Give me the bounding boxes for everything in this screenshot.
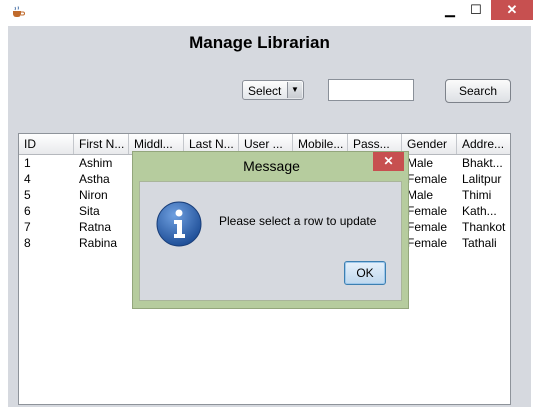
cell-first-name: Sita [79,204,100,218]
ok-button[interactable]: OK [344,261,386,285]
cell-id: 6 [24,204,31,218]
cell-address: Tathali [462,236,497,250]
dialog-body: Please select a row to update OK [139,181,402,301]
window-titlebar: ▁ ☐ ✕ [0,0,539,26]
cell-id: 8 [24,236,31,250]
window-close-button[interactable]: ✕ [491,0,533,20]
info-icon [156,201,202,247]
cell-first-name: Niron [79,188,108,202]
cell-id: 7 [24,220,31,234]
cell-gender: Female [407,204,448,218]
column-header[interactable]: ID [19,134,74,154]
cell-address: Thankot [462,220,506,234]
dialog-close-button[interactable]: ✕ [373,152,404,171]
cell-id: 1 [24,156,31,170]
cell-gender: Male [407,188,434,202]
cell-address: Thimi [462,188,492,202]
cell-address: Kath... [462,204,497,218]
cell-id: 4 [24,172,31,186]
column-header[interactable]: First N... [74,134,129,154]
message-dialog: Message ✕ Please select a row to update … [132,151,409,309]
cell-address: Lalitpur [462,172,502,186]
cell-first-name: Astha [79,172,110,186]
search-input[interactable] [328,79,414,101]
page-title: Manage Librarian [189,33,330,52]
dialog-title: Message [243,158,300,174]
cell-first-name: Ashim [79,156,113,170]
dialog-message: Please select a row to update [219,214,377,228]
cell-gender: Female [407,236,448,250]
minimize-button[interactable]: ▁ [437,0,463,20]
cell-first-name: Rabina [79,236,118,250]
java-coffee-icon [13,6,25,17]
cell-gender: Female [407,172,448,186]
search-type-select[interactable]: Select ▼ [242,80,304,100]
search-button[interactable]: Search [445,79,511,103]
cell-first-name: Ratna [79,220,112,234]
cell-address: Bhakt... [462,156,503,170]
cell-gender: Female [407,220,448,234]
cell-id: 5 [24,188,31,202]
column-header[interactable]: Gender [402,134,457,154]
maximize-button[interactable]: ☐ [463,0,489,20]
cell-gender: Male [407,156,434,170]
select-value: Select [248,84,282,98]
column-header[interactable]: Addre... [457,134,510,154]
chevron-down-icon[interactable]: ▼ [287,82,302,98]
